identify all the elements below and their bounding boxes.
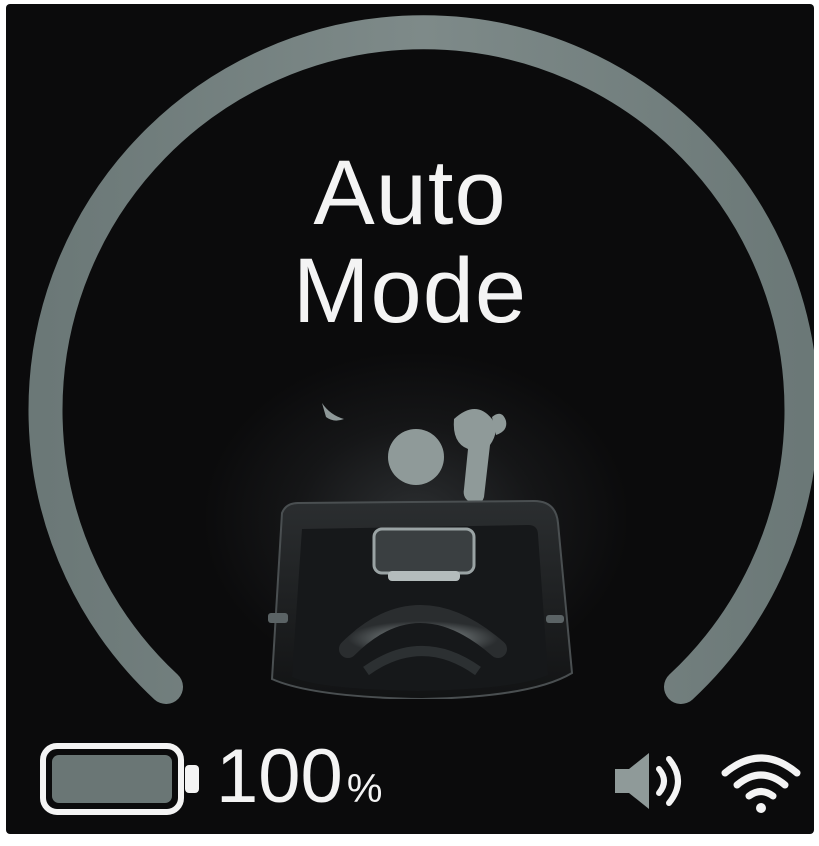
battery-percentage: 100% [216,735,382,831]
status-bar: 100% [6,729,814,829]
person-head [388,429,444,485]
mode-title-line1: Auto [313,142,507,244]
battery-fill [52,755,172,803]
mode-title-line2: Mode [292,240,528,342]
speaker-volume-icon[interactable] [611,749,691,813]
battery-level-value: 100 [216,734,343,819]
battery-level-unit: % [346,767,383,811]
mode-title: Auto Mode [6,144,814,340]
battery-icon [40,743,199,815]
person-arm [453,409,496,505]
device-screen: Auto Mode 100 % [6,4,814,834]
wifi-icon[interactable] [719,751,803,815]
person-in-seat-illustration [268,403,574,699]
